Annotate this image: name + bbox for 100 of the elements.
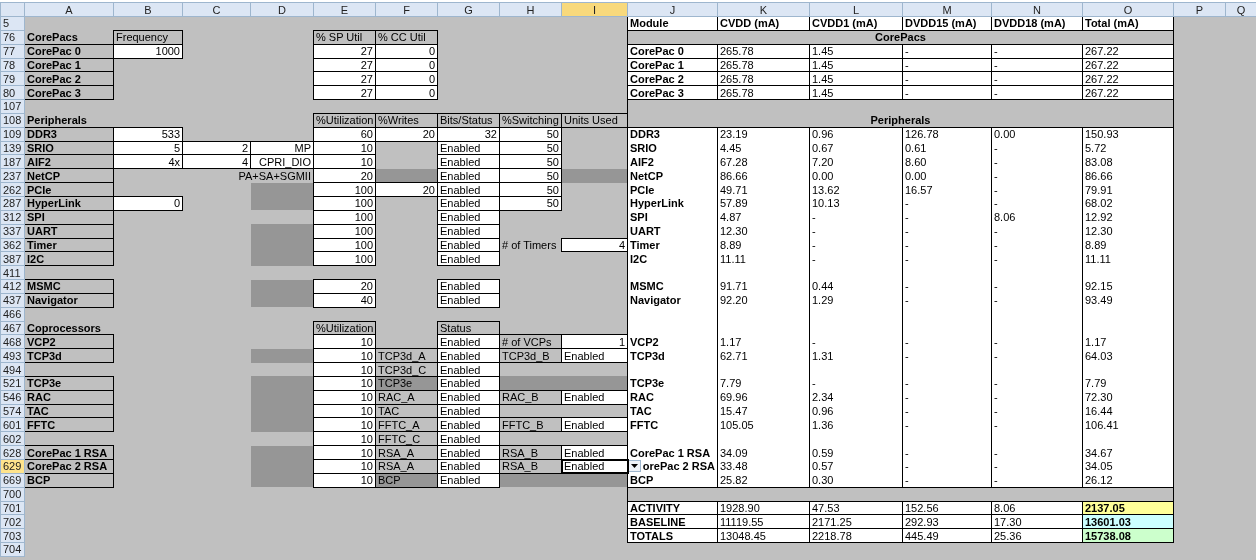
column-heading: TAC	[375, 404, 438, 418]
row-label: FFTC	[24, 417, 114, 432]
column-header[interactable]: P	[1173, 2, 1226, 17]
value-cell[interactable]: 1	[561, 334, 628, 349]
column-heading: %Writes	[375, 113, 438, 128]
row-label: HyperLink	[24, 196, 114, 211]
shaded-cell	[250, 196, 314, 211]
table-cell: -	[991, 390, 1083, 405]
field-label: PA+SA+SGMII	[182, 168, 314, 183]
row-label: TCP3e	[24, 376, 114, 391]
column-header[interactable]: Q	[1225, 2, 1256, 17]
value-cell[interactable]: 4	[561, 238, 628, 252]
value-cell[interactable]: MP	[250, 141, 314, 155]
table-cell: 8.89	[1082, 238, 1174, 252]
table-cell: 0.96	[809, 404, 903, 418]
table-cell: -	[991, 404, 1083, 418]
table-cell: -	[902, 390, 992, 405]
shaded-cell	[250, 182, 314, 197]
table-cell: -	[902, 293, 992, 308]
column-header[interactable]: N	[991, 2, 1083, 17]
status-cell[interactable]: Enabled	[561, 445, 628, 460]
column-header[interactable]: L	[809, 2, 903, 17]
table-cell: -	[991, 141, 1083, 155]
column-header[interactable]: K	[717, 2, 810, 17]
row-label: CorePac 3	[24, 85, 114, 100]
table-cell: 12.92	[1082, 210, 1174, 225]
table-cell: -	[809, 224, 903, 238]
row-label: CorePac 2 RSA	[24, 459, 114, 474]
table-cell: -	[991, 376, 1083, 391]
column-header[interactable]: E	[313, 2, 376, 17]
row-label: AIF2	[24, 154, 114, 169]
table-cell: -	[809, 238, 903, 252]
table-cell: -	[902, 376, 992, 391]
value-cell[interactable]: 20	[313, 279, 376, 294]
row-label: I2C	[24, 251, 114, 266]
table-cell: 57.89	[717, 196, 810, 211]
row-label: NetCP	[24, 168, 114, 183]
shaded-cell	[250, 348, 314, 363]
row-label: DDR3	[24, 127, 114, 142]
shaded-cell	[250, 445, 314, 460]
row-label: BCP	[627, 473, 718, 488]
column-heading: % SP Util	[313, 30, 376, 45]
row-label: Navigator	[627, 293, 718, 308]
column-header[interactable]: B	[113, 2, 183, 17]
status-cell[interactable]: Enabled	[437, 279, 500, 294]
row-label: HyperLink	[627, 196, 718, 211]
column-header[interactable]: O	[1082, 2, 1174, 17]
column-header[interactable]: A	[24, 2, 114, 17]
column-heading: RAC_A	[375, 390, 438, 405]
column-header[interactable]: D	[250, 2, 314, 17]
column-header[interactable]: I	[561, 2, 628, 17]
table-cell: 12.30	[1082, 224, 1174, 238]
column-heading: Bits/Status	[437, 113, 500, 128]
column-header[interactable]: H	[499, 2, 562, 17]
value-cell[interactable]: 533	[113, 127, 183, 142]
shaded-cell	[250, 224, 314, 238]
table-cell: 92.20	[717, 293, 810, 308]
table-cell: -	[902, 473, 992, 488]
shaded-cell	[375, 168, 438, 183]
table-cell: 0.67	[809, 141, 903, 155]
row-label: CorePac 0	[24, 44, 114, 59]
shaded-cell	[250, 473, 314, 488]
row-label: CorePac 2	[24, 71, 114, 86]
value-cell[interactable]: 0	[113, 196, 183, 211]
field-label: # of Timers	[499, 238, 562, 252]
column-heading: % CC Util	[375, 30, 438, 45]
row-label: MSMC	[24, 279, 114, 294]
column-header[interactable]: M	[902, 2, 992, 17]
column-heading: Units Used	[561, 113, 628, 128]
row-label: UART	[24, 224, 114, 238]
row-label: orePac 2 RSA	[642, 460, 715, 473]
shaded-cell	[499, 376, 562, 391]
table-cell: 26.12	[1082, 473, 1174, 488]
status-cell[interactable]: Enabled	[561, 417, 628, 432]
table-cell: -	[991, 473, 1083, 488]
column-heading: RSA_A	[375, 459, 438, 474]
column-heading: RSA_B	[499, 445, 562, 460]
column-header[interactable]: C	[182, 2, 251, 17]
status-cell[interactable]: Enabled	[561, 459, 628, 474]
table-cell: 72.30	[1082, 390, 1174, 405]
column-heading: FFTC_C	[375, 431, 438, 446]
value-cell[interactable]: 20	[375, 182, 438, 197]
section-band: Peripherals	[627, 113, 1174, 128]
row-label: CorePac 1 RSA	[24, 445, 114, 460]
row-label: SPI	[24, 210, 114, 225]
column-header[interactable]: J	[627, 2, 718, 17]
row-label: TAC	[24, 404, 114, 418]
column-heading: # of VCPs	[499, 334, 562, 349]
row-label: TCP3e	[627, 376, 718, 391]
table-cell: -	[902, 210, 992, 225]
value-cell[interactable]: 2	[182, 141, 251, 155]
table-cell: -	[991, 224, 1083, 238]
column-header[interactable]: F	[375, 2, 438, 17]
status-cell[interactable]: Enabled	[561, 390, 628, 405]
column-header[interactable]: G	[437, 2, 500, 17]
table-cell: 10.13	[809, 196, 903, 211]
table-cell: -	[991, 196, 1083, 211]
row-label: SRIO	[24, 141, 114, 155]
section-heading: Peripherals	[24, 113, 114, 128]
column-heading: RAC_B	[499, 390, 562, 405]
